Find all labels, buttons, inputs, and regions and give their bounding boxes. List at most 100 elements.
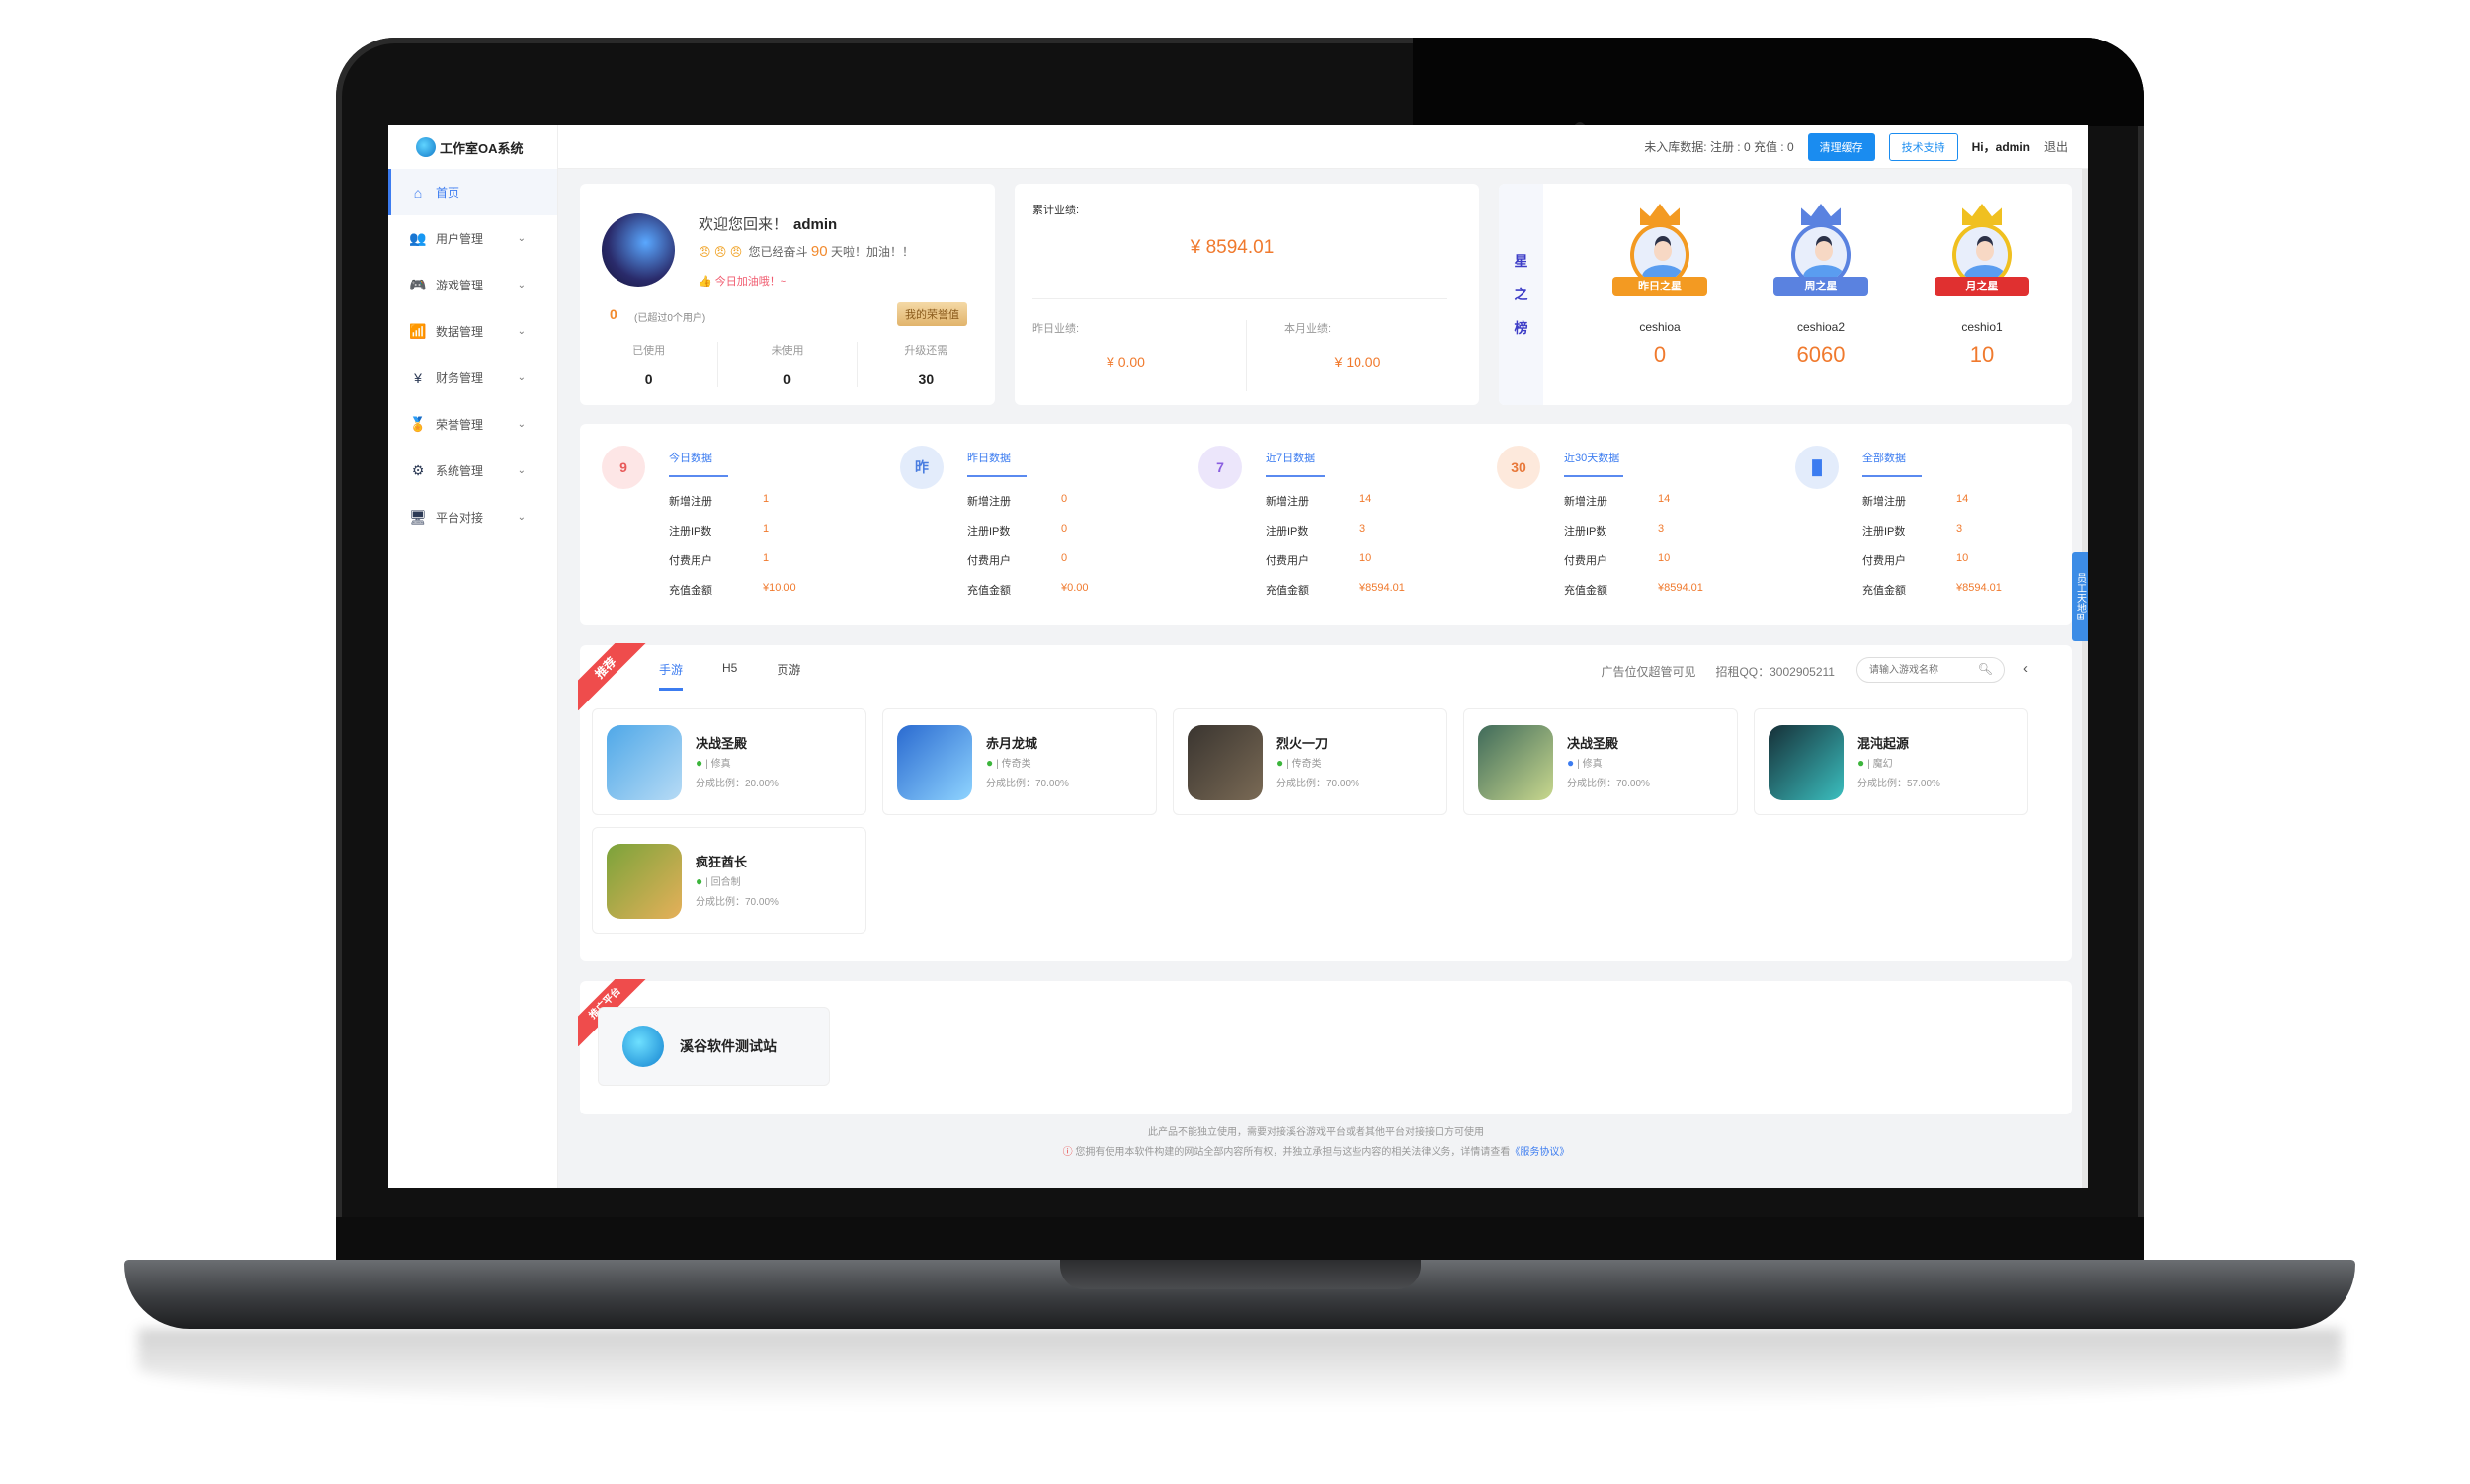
data-row: 付费用户 10 <box>1862 552 1968 568</box>
promo-item[interactable]: 溪谷软件测试站 <box>598 1007 830 1086</box>
game-icon <box>607 725 682 800</box>
game-category: 修真 <box>1582 759 1603 770</box>
stat-label: 已使用 <box>632 345 666 357</box>
stat-label: 升级还需 <box>904 345 948 357</box>
pending-data: 未入库数据: 注册 : 0 充值 : 0 <box>1644 140 1794 154</box>
scrollbar[interactable] <box>2082 169 2088 1188</box>
sidebar-item-3[interactable]: 📶 数据管理 ⌄ <box>388 308 557 355</box>
sidebar-item-5[interactable]: 🏅 荣誉管理 ⌄ <box>388 401 557 448</box>
home-icon: ⌂ <box>413 184 423 201</box>
data-label: 新增注册 <box>1862 496 1906 508</box>
star-user-name: ceshioa <box>1639 320 1681 334</box>
star-user-name: ceshioa2 <box>1796 320 1846 334</box>
data-value: 14 <box>1359 493 1372 505</box>
game-name: 决战圣殿 <box>696 736 748 751</box>
star-ribbon: 昨日之星 <box>1612 277 1707 296</box>
data-row: 注册IP数 0 <box>967 523 1067 538</box>
sidebar-item-0[interactable]: ⌂ 首页 <box>388 169 557 215</box>
data-label: 付费用户 <box>1564 555 1607 567</box>
data-block-title[interactable]: 全部数据 <box>1862 450 1922 477</box>
stat-value: 30 <box>918 371 935 387</box>
game-platform: ● | 修真 <box>1567 756 1603 770</box>
tab-game-0[interactable]: 手游 <box>659 661 684 691</box>
performance-card: 累计业绩: ¥ 8594.01 昨日业绩: ¥ 0.00 本月业绩: ¥ 10.… <box>1015 184 1479 405</box>
sidebar-item-label: 游戏管理 <box>436 279 484 292</box>
game-name: 赤月龙城 <box>986 736 1038 751</box>
screen: 工作室OA系统 ⌂ 首页 👥 用户管理 ⌄ 🎮 游戏管理 ⌄ 📶 数据管理 ⌄ ¥ 财… <box>388 125 2088 1188</box>
data-label: 新增注册 <box>1266 496 1309 508</box>
game-icon <box>1188 725 1263 800</box>
rent-qq: 招租QQ：3002905211 <box>1715 665 1835 679</box>
monitor-icon: 🖥 <box>409 509 427 525</box>
data-label: 注册IP数 <box>967 526 1011 537</box>
data-row: 注册IP数 3 <box>1862 523 1962 538</box>
sidebar-item-6[interactable]: ⚙ 系统管理 ⌄ <box>388 448 557 494</box>
medal-icon: 🏅 <box>409 416 427 432</box>
app-logo[interactable]: 工作室OA系统 <box>388 125 557 169</box>
data-block-title[interactable]: 今日数据 <box>669 450 728 477</box>
data-row: 充值金额 ¥8594.01 <box>1266 582 1405 598</box>
game-card[interactable]: 决战圣殿 ● | 修真 分成比例：20.00% <box>592 708 866 815</box>
warning-icon: ⓘ <box>1062 1147 1076 1158</box>
star-ranking-title: 星之榜 <box>1499 184 1543 405</box>
data-value: 10 <box>1359 552 1372 564</box>
crown-icon <box>1962 204 2002 225</box>
sidebar-item-1[interactable]: 👥 用户管理 ⌄ <box>388 215 557 262</box>
chevron-down-icon: ⌄ <box>517 419 526 430</box>
game-share: 分成比例：70.00% <box>696 897 779 908</box>
game-card[interactable]: 烈火一刀 ● | 传奇类 分成比例：70.00% <box>1173 708 1447 815</box>
search-icon[interactable]: 🔍︎ <box>1978 662 1993 676</box>
recommend-tag: 推荐 <box>578 643 647 712</box>
data-value: 1 <box>763 552 770 564</box>
data-value: 0 <box>1061 552 1068 564</box>
star-user-value: 0 <box>1653 342 1667 367</box>
data-value: 14 <box>1956 493 1969 505</box>
sidebar-item-label: 系统管理 <box>436 464 484 478</box>
game-card[interactable]: 混沌起源 ● | 魔幻 分成比例：57.00% <box>1754 708 2028 815</box>
data-row: 充值金额 ¥8594.01 <box>1564 582 1703 598</box>
sidebar-item-2[interactable]: 🎮 游戏管理 ⌄ <box>388 262 557 308</box>
tab-game-2[interactable]: 页游 <box>777 661 800 691</box>
game-platform: ● | 传奇类 <box>1276 756 1322 770</box>
game-card[interactable]: 赤月龙城 ● | 传奇类 分成比例：70.00% <box>882 708 1157 815</box>
game-platform: ● | 魔幻 <box>1857 756 1893 770</box>
data-block-title[interactable]: 近7日数据 <box>1266 450 1325 477</box>
logout-link[interactable]: 退出 <box>2044 138 2068 155</box>
game-category: 修真 <box>710 759 731 770</box>
user-greeting: Hi，admin <box>1971 140 2030 154</box>
star-user-value: 6060 <box>1796 342 1846 367</box>
clear-cache-button[interactable]: 清理缓存 <box>1807 132 1875 161</box>
logo-icon <box>416 137 436 157</box>
data-row: 新增注册 0 <box>967 493 1067 509</box>
game-card[interactable]: 疯狂酋长 ● | 回合制 分成比例：70.00% <box>592 827 866 934</box>
total-perf-label: 累计业绩: <box>1032 205 1080 216</box>
data-value: 0 <box>1061 493 1068 505</box>
sidebar-item-7[interactable]: 🖥 平台对接 ⌄ <box>388 494 557 540</box>
staff-corner-tab[interactable]: 员工天地 ⊞ <box>2072 552 2088 641</box>
my-honor-button[interactable]: 我的荣誉值 <box>897 302 967 326</box>
service-agreement-link[interactable]: 《服务协议》 <box>1510 1147 1569 1158</box>
laptop-notch <box>1060 1260 1421 1289</box>
android-icon: ● <box>696 874 703 888</box>
chevron-down-icon: ⌄ <box>517 280 526 290</box>
sidebar-item-4[interactable]: ¥ 财务管理 ⌄ <box>388 355 557 401</box>
yesterday-perf-value: ¥ 0.00 <box>1107 354 1145 370</box>
data-value: 10 <box>1658 552 1671 564</box>
tech-support-button[interactable]: 技术支持 <box>1888 132 1958 161</box>
star-title-char: 榜 <box>1514 320 1528 336</box>
data-block-title[interactable]: 近30天数据 <box>1564 450 1623 477</box>
game-platform: ● | 回合制 <box>696 874 741 888</box>
tab-game-1[interactable]: H5 <box>722 661 737 691</box>
chevron-left-icon[interactable]: ‹ <box>2023 660 2028 677</box>
data-block-title[interactable]: 昨日数据 <box>967 450 1027 477</box>
game-platform: ● | 传奇类 <box>986 756 1031 770</box>
data-row: 新增注册 14 <box>1862 493 1968 509</box>
data-row: 付费用户 10 <box>1266 552 1371 568</box>
game-card[interactable]: 决战圣殿 ● | 修真 分成比例：70.00% <box>1463 708 1738 815</box>
star-ribbon: 周之星 <box>1773 277 1868 296</box>
star-item: 月之星 ceshio1 10 <box>1908 204 2056 368</box>
ad-notice: 广告位仅超管可见 招租QQ：3002905211 <box>1601 665 1835 679</box>
android-icon: ● <box>696 756 703 770</box>
data-row: 新增注册 14 <box>1564 493 1670 509</box>
honor-score-sub: (已超过0个用户) <box>634 313 706 324</box>
